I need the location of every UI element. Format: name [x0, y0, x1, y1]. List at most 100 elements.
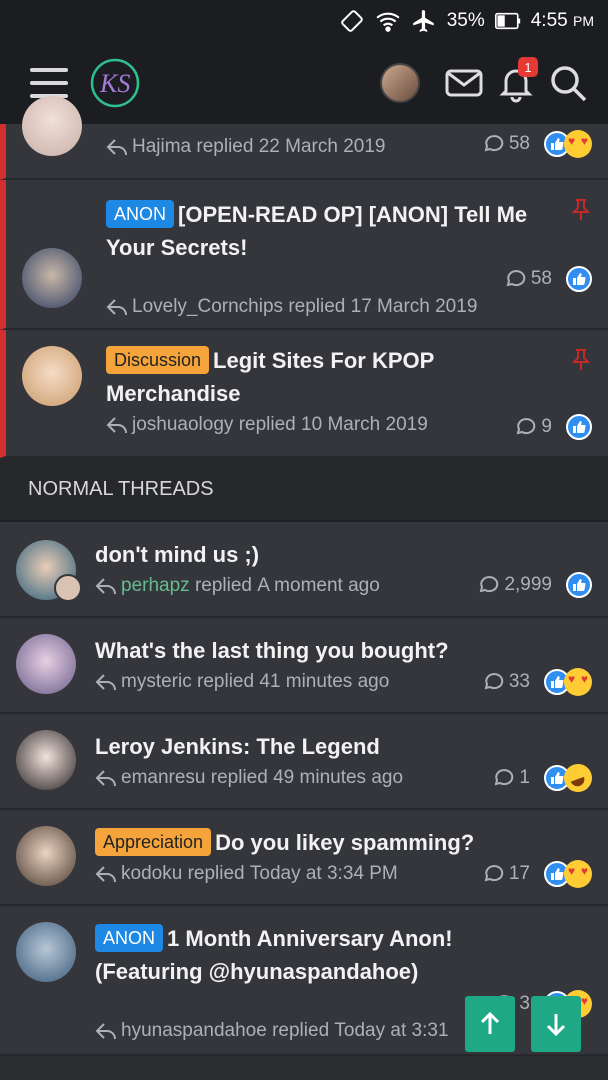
- last-poster[interactable]: joshuaology: [132, 414, 233, 436]
- last-post-time: 41 minutes ago: [259, 671, 390, 692]
- site-logo[interactable]: KS: [88, 56, 142, 110]
- thread-row[interactable]: Discussion Legit Sites For KPOP Merchandi…: [0, 330, 608, 458]
- thread-title[interactable]: What's the last thing you bought?: [95, 634, 592, 667]
- last-post-time: A moment ago: [257, 575, 380, 596]
- status-bar: 35% 4:55 PM: [0, 0, 608, 42]
- reply-icon: [95, 866, 116, 883]
- thread-row[interactable]: What's the last thing you bought? myster…: [0, 618, 608, 714]
- thread-title[interactable]: Discussion Legit Sites For KPOP Merchandi…: [106, 344, 592, 410]
- avatar[interactable]: [16, 826, 76, 886]
- reactions[interactable]: [544, 668, 592, 696]
- last-post-time: 17 March 2019: [350, 296, 478, 317]
- thread-row[interactable]: ANON [OPEN-READ OP] [ANON] Tell Me Your S…: [0, 180, 608, 330]
- svg-text:KS: KS: [99, 69, 130, 98]
- avatar[interactable]: [22, 96, 82, 156]
- thread-row[interactable]: don't mind us ;) perhapz replied A momen…: [0, 522, 608, 618]
- avatar[interactable]: [16, 922, 76, 982]
- user-avatar[interactable]: [380, 63, 420, 103]
- app-header: KS 1: [0, 42, 608, 124]
- reply-icon: [106, 299, 127, 316]
- haha-reaction-icon: [560, 760, 596, 796]
- reply-count: 1: [519, 767, 530, 788]
- search-button[interactable]: [546, 61, 590, 105]
- rotate-icon: [339, 8, 365, 34]
- thread-row[interactable]: Leroy Jenkins: The Legend emanresu repli…: [0, 714, 608, 810]
- battery-icon: [494, 8, 521, 34]
- thread-title[interactable]: ANON [OPEN-READ OP] [ANON] Tell Me Your S…: [106, 198, 592, 264]
- last-poster[interactable]: Lovely_Cornchips: [132, 296, 283, 318]
- reactions[interactable]: [544, 130, 592, 158]
- thread-title[interactable]: ANON 1 Month Anniversary Anon! (Featuring…: [95, 922, 592, 988]
- reply-icon: [95, 578, 116, 595]
- like-reaction-icon: [566, 572, 592, 598]
- thread-stats: 33: [483, 668, 592, 696]
- last-post-time: 22 March 2019: [258, 136, 386, 157]
- last-poster[interactable]: emanresu: [121, 767, 206, 789]
- reply-icon: [95, 674, 116, 691]
- clock: 4:55 PM: [530, 10, 594, 31]
- thread-row[interactable]: Appreciation Do you likey spamming? kodok…: [0, 810, 608, 906]
- inbox-button[interactable]: [442, 61, 486, 105]
- scroll-top-button[interactable]: [465, 996, 515, 1052]
- last-poster[interactable]: perhapz: [121, 575, 190, 597]
- prefix-label[interactable]: Appreciation: [95, 828, 212, 856]
- reactions[interactable]: [566, 266, 592, 292]
- pin-icon: [571, 349, 591, 370]
- replies-icon: [484, 135, 504, 152]
- love-reaction-icon: [564, 860, 592, 888]
- reactions[interactable]: [566, 572, 592, 598]
- avatar[interactable]: [22, 248, 82, 308]
- battery-percent: 35%: [446, 10, 485, 31]
- last-poster-avatar[interactable]: [54, 574, 82, 602]
- love-reaction-icon: [564, 668, 592, 696]
- reactions[interactable]: [566, 414, 592, 440]
- thread-stats: 9: [515, 414, 592, 440]
- avatar[interactable]: [16, 730, 76, 790]
- thread-title[interactable]: Appreciation Do you likey spamming?: [95, 826, 592, 859]
- reply-icon: [95, 770, 116, 787]
- notification-badge: 1: [518, 57, 538, 77]
- thread-stats: 17: [483, 860, 592, 888]
- replies-icon: [517, 418, 536, 435]
- thread-stats: 58: [483, 130, 592, 158]
- reply-count: 58: [508, 133, 530, 154]
- pin-icon: [571, 199, 591, 220]
- reply-count: 58: [530, 268, 552, 289]
- like-reaction-icon: [566, 414, 592, 440]
- reply-count: 9: [541, 416, 552, 437]
- like-reaction-icon: [566, 266, 592, 292]
- last-poster[interactable]: kodoku: [121, 863, 182, 885]
- prefix-label[interactable]: ANON: [106, 200, 175, 228]
- thread-title[interactable]: Leroy Jenkins: The Legend: [95, 730, 592, 763]
- wifi-icon: [375, 8, 401, 34]
- love-reaction-icon: [564, 130, 592, 158]
- menu-icon[interactable]: [30, 68, 68, 98]
- avatar[interactable]: [16, 634, 76, 694]
- reactions[interactable]: [544, 860, 592, 888]
- prefix-label[interactable]: ANON: [95, 924, 164, 952]
- last-poster[interactable]: mysteric: [121, 671, 192, 693]
- reactions[interactable]: [544, 760, 596, 796]
- last-poster[interactable]: hyunaspandahoe: [121, 1020, 267, 1042]
- thread-stats: 2,999: [478, 572, 592, 598]
- avatar[interactable]: [22, 346, 82, 406]
- thread-row[interactable]: ANON 1 Month Anniversary Anon! (Featuring…: [0, 906, 608, 1056]
- reply-icon: [106, 417, 127, 434]
- airplane-icon: [411, 8, 437, 34]
- reply-count: 17: [508, 863, 530, 884]
- thread-stats: 58: [505, 266, 592, 292]
- thread-list: Hajima replied 22 March 2019 58 ANON[OPE…: [0, 96, 608, 1056]
- replies-icon: [506, 270, 526, 287]
- thread-row[interactable]: Hajima replied 22 March 2019 58: [0, 96, 608, 180]
- scroll-bottom-button[interactable]: [531, 996, 581, 1052]
- reply-count: 2,999: [504, 574, 552, 595]
- search-icon: [551, 66, 587, 102]
- reply-icon: [95, 1023, 116, 1040]
- replies-icon: [495, 769, 514, 786]
- prefix-label[interactable]: Discussion: [106, 346, 210, 374]
- reply-count: 33: [508, 671, 530, 692]
- replies-icon: [484, 673, 504, 690]
- thread-title[interactable]: don't mind us ;): [95, 538, 592, 571]
- last-poster[interactable]: Hajima: [132, 136, 191, 158]
- alerts-button[interactable]: 1: [494, 57, 538, 105]
